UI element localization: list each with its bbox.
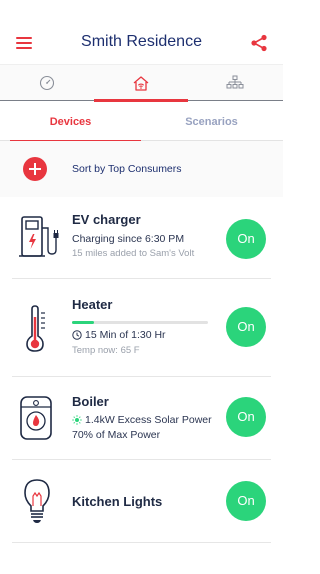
device-name: Heater: [72, 297, 113, 312]
timer-text: 15 Min of 1:30 Hr: [85, 329, 166, 341]
device-row-kitchen-lights[interactable]: Kitchen Lights On: [0, 460, 283, 543]
timer-progress-bar: [72, 321, 208, 324]
light-bulb-icon: [24, 479, 50, 523]
home-wifi-icon: [133, 75, 149, 91]
power-toggle-button[interactable]: On: [226, 397, 266, 437]
share-icon[interactable]: [250, 34, 268, 52]
sun-icon: [72, 415, 82, 425]
section-tabs: Devices Scenarios: [0, 103, 283, 142]
device-name: Boiler: [72, 394, 109, 409]
tab-dashboard[interactable]: [0, 65, 94, 101]
power-toggle-button[interactable]: On: [226, 481, 266, 521]
device-row-heater[interactable]: Heater 15 Min of 1:30 Hr Temp now: 65 F …: [0, 279, 283, 377]
device-detail: Temp now: 65 F: [72, 345, 140, 356]
power-toggle-button[interactable]: On: [226, 307, 266, 347]
divider: [12, 542, 271, 543]
page-title: Smith Residence: [81, 33, 202, 50]
timer-progress-fill: [72, 321, 94, 324]
tab-home-devices[interactable]: [94, 65, 188, 102]
device-row-ev-charger[interactable]: EV charger Charging since 6:30 PM 15 mil…: [0, 197, 283, 279]
network-hierarchy-icon: [226, 75, 244, 89]
device-status: 1.4kW Excess Solar Power: [72, 414, 212, 426]
boiler-icon: [20, 396, 52, 440]
icon-tab-bar: [0, 64, 283, 102]
app-header: Smith Residence: [0, 0, 283, 64]
clock-icon: [72, 330, 82, 340]
solar-power-text: 1.4kW Excess Solar Power: [85, 414, 212, 426]
thermometer-icon: [26, 305, 45, 352]
sort-row: Sort by Top Consumers: [0, 141, 283, 197]
tab-devices[interactable]: Devices: [0, 103, 141, 142]
device-detail: 70% of Max Power: [72, 429, 161, 441]
tab-network[interactable]: [188, 65, 282, 101]
device-status: Charging since 6:30 PM: [72, 233, 185, 245]
device-row-boiler[interactable]: Boiler 1.4kW Excess Solar Power 70% of M…: [0, 377, 283, 460]
add-device-button[interactable]: [23, 157, 47, 181]
power-toggle-button[interactable]: On: [226, 219, 266, 259]
ev-charger-icon: [19, 216, 59, 257]
device-status: 15 Min of 1:30 Hr: [72, 329, 166, 341]
tab-scenarios[interactable]: Scenarios: [141, 103, 282, 141]
device-name: EV charger: [72, 212, 141, 227]
device-name: Kitchen Lights: [72, 494, 163, 509]
device-detail: 15 miles added to Sam's Volt: [72, 248, 195, 259]
sort-label[interactable]: Sort by Top Consumers: [72, 163, 182, 175]
gauge-icon: [39, 75, 55, 91]
